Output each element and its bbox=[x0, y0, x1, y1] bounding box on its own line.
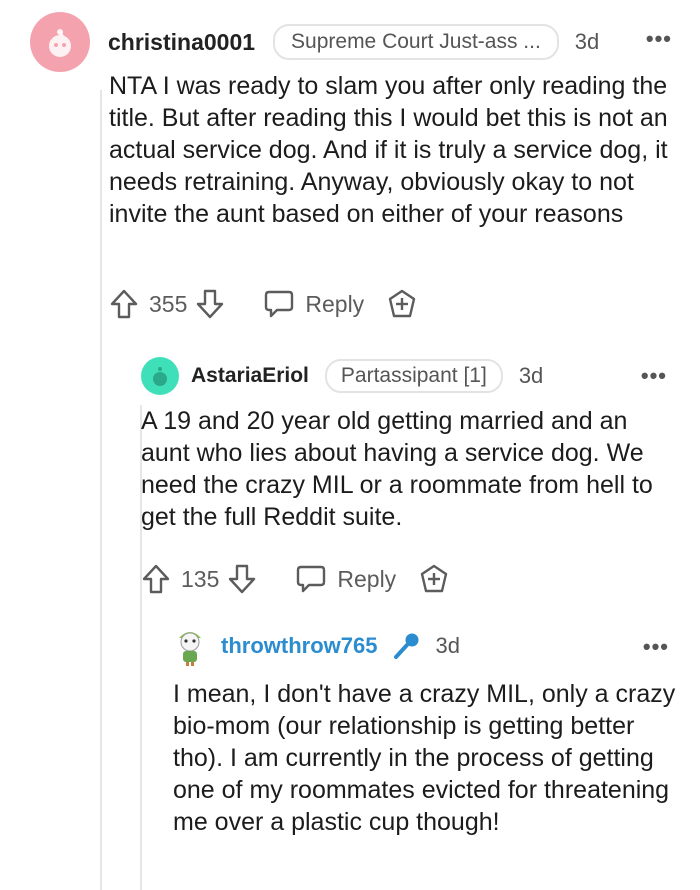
speech-bubble-icon bbox=[265, 290, 294, 318]
upvote-button[interactable] bbox=[109, 288, 139, 320]
comment-body: I mean, I don't have a crazy MIL, only a… bbox=[173, 680, 676, 836]
downvote-arrow-icon bbox=[229, 564, 256, 594]
award-plus-icon bbox=[388, 289, 416, 318]
snoo-avatar-icon bbox=[153, 367, 167, 386]
more-options-button[interactable]: ••• bbox=[646, 26, 672, 52]
avatar[interactable] bbox=[141, 357, 179, 395]
comment-age: 3d bbox=[574, 29, 600, 54]
user-flair: Partassipant [1] bbox=[324, 359, 503, 393]
username[interactable]: christina0001 bbox=[108, 29, 255, 56]
comment-header: throwthrow765 3d bbox=[173, 626, 693, 666]
comment-actions: 135 Reply bbox=[141, 563, 450, 595]
comment-age: 3d bbox=[435, 633, 460, 658]
vote-score: 135 bbox=[181, 565, 220, 592]
comment-body: A 19 and 20 year old getting married and… bbox=[141, 407, 653, 531]
reply-label: Reply bbox=[305, 290, 365, 317]
comment-header: christina0001 Supreme Court Just-ass ...… bbox=[30, 12, 690, 72]
downvote-button[interactable] bbox=[195, 288, 225, 320]
comment-header: AstariaEriol Partassipant [1] 3d bbox=[141, 357, 691, 395]
more-options-button[interactable]: ••• bbox=[643, 634, 669, 660]
vote-score: 355 bbox=[149, 290, 188, 317]
award-button[interactable] bbox=[418, 563, 450, 595]
speech-bubble-icon bbox=[297, 565, 326, 593]
comment-astariaeriol: AstariaEriol Partassipant [1] 3d ••• A 1… bbox=[141, 357, 691, 594]
microphone-icon bbox=[391, 631, 421, 661]
more-options-button[interactable]: ••• bbox=[641, 363, 667, 389]
reply-button[interactable]: Reply bbox=[263, 289, 364, 319]
reply-button[interactable]: Reply bbox=[295, 564, 396, 594]
reply-label: Reply bbox=[337, 565, 397, 592]
avatar[interactable] bbox=[173, 626, 207, 666]
comment-throwthrow765: throwthrow765 3d ••• I mean, I don't hav… bbox=[173, 626, 693, 836]
avatar[interactable] bbox=[30, 12, 90, 72]
thread-line-level-1[interactable] bbox=[100, 90, 102, 890]
downvote-button[interactable] bbox=[227, 563, 257, 595]
user-flair: Supreme Court Just-ass ... bbox=[273, 24, 559, 60]
award-button[interactable] bbox=[386, 288, 418, 320]
comment-age: 3d bbox=[518, 363, 544, 388]
upvote-button[interactable] bbox=[141, 563, 171, 595]
downvote-arrow-icon bbox=[197, 289, 224, 319]
comment-thread: christina0001 Supreme Court Just-ass ...… bbox=[0, 0, 700, 890]
comment-body: NTA I was ready to slam you after only r… bbox=[109, 72, 668, 228]
username[interactable]: throwthrow765 bbox=[221, 633, 377, 659]
upvote-arrow-icon bbox=[142, 564, 170, 594]
comment-actions: 355 Reply bbox=[109, 288, 418, 320]
username[interactable]: AstariaEriol bbox=[191, 364, 309, 388]
upvote-arrow-icon bbox=[110, 289, 138, 319]
snoo-avatar-icon bbox=[49, 29, 71, 57]
comment-christina0001: christina0001 Supreme Court Just-ass ...… bbox=[30, 12, 690, 319]
snoo-character-avatar-icon bbox=[179, 632, 201, 666]
award-plus-icon bbox=[420, 564, 448, 593]
